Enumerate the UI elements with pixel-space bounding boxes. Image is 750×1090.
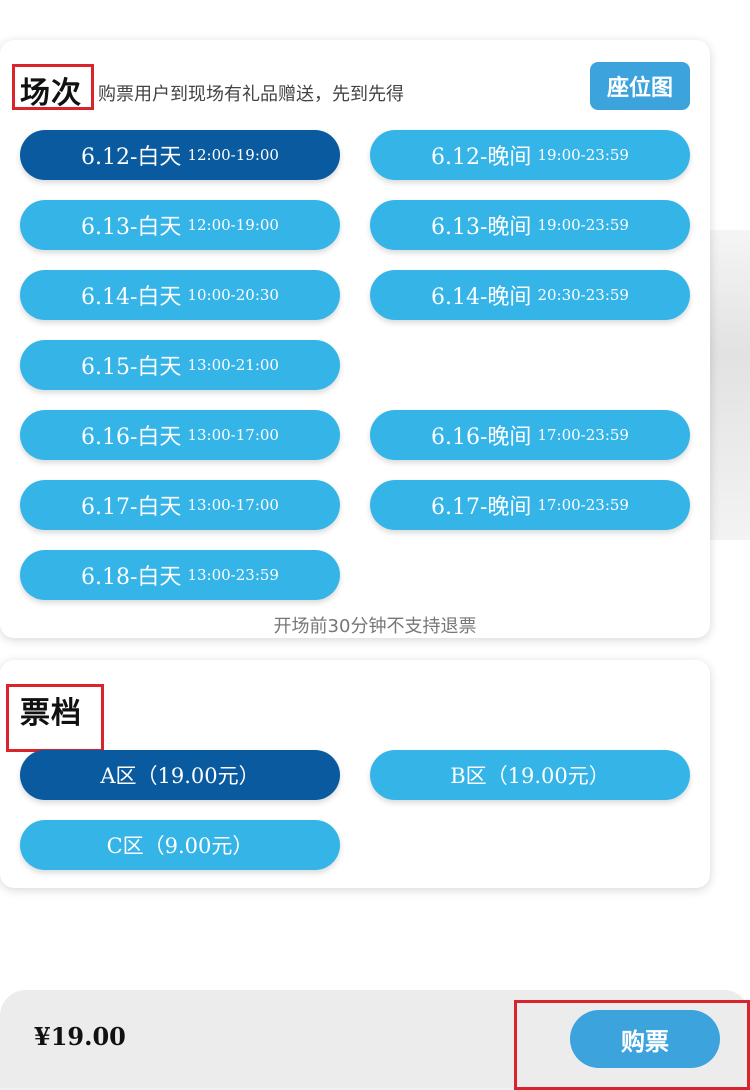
session-label: 6.17-晚间 xyxy=(431,495,532,520)
session-time: 20:30-23:59 xyxy=(537,286,629,304)
session-time: 19:00-23:59 xyxy=(537,146,629,164)
session-option[interactable]: 6.16-晚间 17:00-23:59 xyxy=(370,410,690,460)
sessions-title: 场次 xyxy=(20,76,82,111)
session-label: 6.16-晚间 xyxy=(431,425,532,450)
ticket-tier-option[interactable]: A区（19.00元） xyxy=(20,750,340,800)
session-option[interactable]: 6.18-白天 13:00-23:59 xyxy=(20,550,340,600)
session-label: 6.13-晚间 xyxy=(431,215,532,240)
session-label: 6.12-晚间 xyxy=(431,145,532,170)
session-option[interactable]: 6.17-晚间 17:00-23:59 xyxy=(370,480,690,530)
ticket-tier-card: 票档 A区（19.00元） B区（19.00元） C区（9.00元） xyxy=(0,660,710,888)
session-time: 13:00-21:00 xyxy=(187,356,279,374)
session-option[interactable]: 6.13-晚间 19:00-23:59 xyxy=(370,200,690,250)
ticket-tier-title: 票档 xyxy=(20,696,82,731)
session-time: 12:00-19:00 xyxy=(187,216,279,234)
ticket-tier-option[interactable]: B区（19.00元） xyxy=(370,750,690,800)
tier-label: B区（19.00元） xyxy=(450,764,610,788)
session-option[interactable]: 6.12-晚间 19:00-23:59 xyxy=(370,130,690,180)
gift-hint-text: 购票用户到现场有礼品赠送，先到先得 xyxy=(98,84,404,105)
session-label: 6.16-白天 xyxy=(81,425,182,450)
tier-label: C区（9.00元） xyxy=(106,834,254,858)
session-time: 13:00-17:00 xyxy=(187,496,279,514)
session-option[interactable]: 6.12-白天 12:00-19:00 xyxy=(20,130,340,180)
session-option[interactable]: 6.15-白天 13:00-21:00 xyxy=(20,340,340,390)
buy-button[interactable]: 购票 xyxy=(570,1010,720,1068)
refund-note: 开场前30分钟不支持退票 xyxy=(273,616,477,637)
ticket-tier-option[interactable]: C区（9.00元） xyxy=(20,820,340,870)
session-option[interactable]: 6.14-白天 10:00-20:30 xyxy=(20,270,340,320)
session-label: 6.12-白天 xyxy=(81,145,182,170)
session-option[interactable]: 6.13-白天 12:00-19:00 xyxy=(20,200,340,250)
sessions-card: 场次 购票用户到现场有礼品赠送，先到先得 座位图 6.12-白天 12:00-19… xyxy=(0,40,710,638)
session-option[interactable]: 6.16-白天 13:00-17:00 xyxy=(20,410,340,460)
background-decoration xyxy=(710,230,750,540)
total-price: ¥19.00 xyxy=(34,1022,126,1051)
session-label: 6.14-晚间 xyxy=(431,285,532,310)
session-label: 6.14-白天 xyxy=(81,285,182,310)
session-label: 6.18-白天 xyxy=(81,565,182,590)
session-time: 12:00-19:00 xyxy=(187,146,279,164)
session-time: 13:00-17:00 xyxy=(187,426,279,444)
session-time: 17:00-23:59 xyxy=(537,496,629,514)
session-time: 17:00-23:59 xyxy=(537,426,629,444)
session-label: 6.15-白天 xyxy=(81,355,182,380)
tier-label: A区（19.00元） xyxy=(100,764,260,788)
bottom-bar: ¥19.00 购票 xyxy=(0,990,750,1090)
session-label: 6.13-白天 xyxy=(81,215,182,240)
session-option[interactable]: 6.14-晚间 20:30-23:59 xyxy=(370,270,690,320)
seat-map-button[interactable]: 座位图 xyxy=(590,62,690,110)
session-option[interactable]: 6.17-白天 13:00-17:00 xyxy=(20,480,340,530)
session-time: 10:00-20:30 xyxy=(187,286,279,304)
session-time: 19:00-23:59 xyxy=(537,216,629,234)
session-time: 13:00-23:59 xyxy=(187,566,279,584)
session-label: 6.17-白天 xyxy=(81,495,182,520)
